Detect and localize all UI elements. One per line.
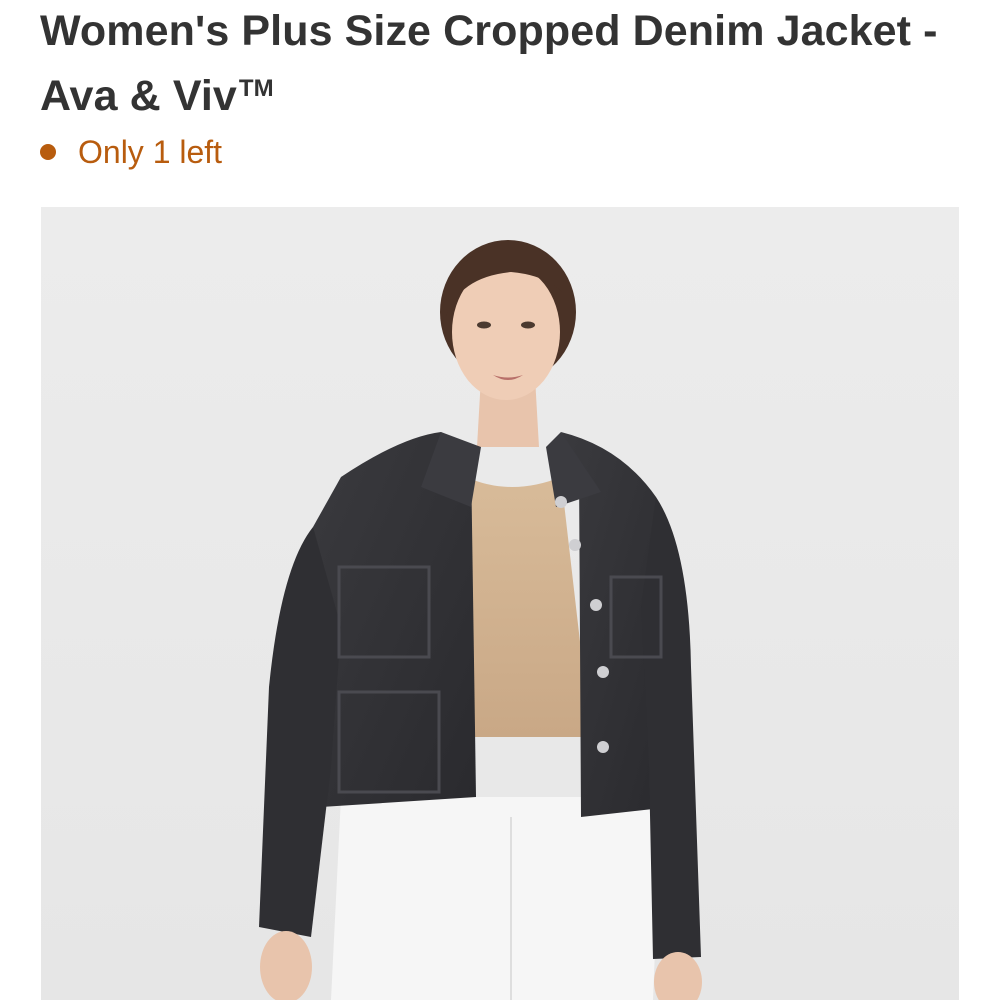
product-page: Women's Plus Size Cropped Denim Jacket -…: [0, 0, 1000, 1000]
product-title: Women's Plus Size Cropped Denim Jacket -…: [40, 2, 940, 125]
product-photo: [41, 207, 959, 1000]
product-image[interactable]: [41, 207, 959, 1000]
product-title-text: Women's Plus Size Cropped Denim Jacket -…: [40, 7, 938, 120]
stock-status: Only 1 left: [40, 132, 222, 172]
trademark-symbol: TM: [238, 75, 274, 102]
stock-status-dot-icon: [40, 144, 56, 160]
stock-status-text: Only 1 left: [78, 134, 223, 170]
